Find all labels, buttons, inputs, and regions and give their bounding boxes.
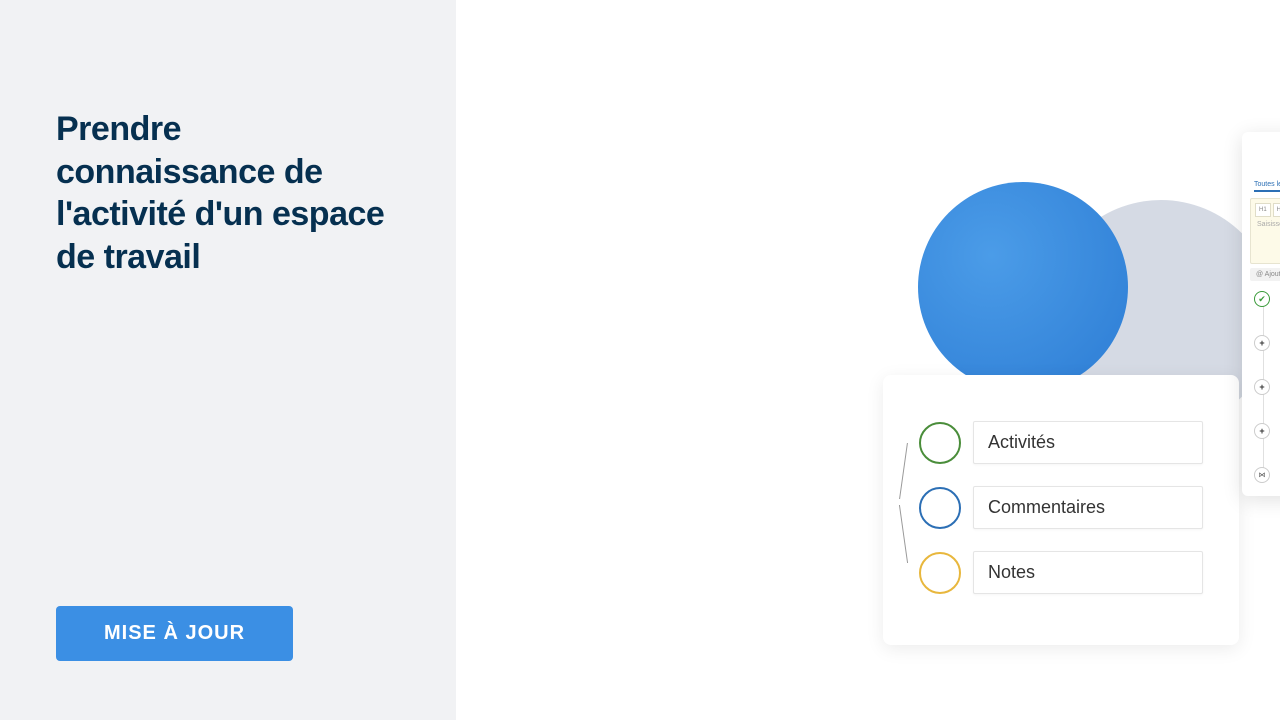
check-icon: ✔ (1254, 291, 1270, 307)
feed-item: + Manon Kessler a créé la tâche Définir … (1256, 379, 1280, 405)
top-tabs: Flux d'activité Tâches Checklists (1250, 160, 1280, 171)
legend-label: Commentaires (973, 486, 1203, 529)
app-card: ♥ Projet zéro papier ⚙ Flux d'activité T… (1242, 132, 1280, 496)
feed-item: ✔ Antoine Sudan a terminé la tâche Défin… (1256, 291, 1280, 317)
feed-item-end: ⋈ Fin du flux d'activité (1256, 467, 1280, 484)
end-icon: ⋈ (1254, 467, 1270, 483)
toolbar-h2[interactable]: H2 (1273, 203, 1280, 217)
sub-tabs: Toutes les activités Notes Commentaires (1250, 181, 1280, 192)
plus-icon: + (1254, 423, 1270, 439)
page-title: Prendre connaissance de l'activité d'un … (56, 108, 400, 278)
legend-connector (899, 443, 909, 499)
add-recipient-input[interactable]: @ Ajouter un destinataire (1250, 268, 1280, 281)
subtab-all-activities[interactable]: Toutes les activités (1254, 181, 1280, 192)
circle-icon-yellow (919, 552, 961, 594)
plus-icon: + (1254, 335, 1270, 351)
decorative-circle-blue (918, 182, 1128, 392)
feed-item: + David Dutch a créé la tâche Projet zer… (1256, 423, 1280, 449)
note-editor: H1 H2 P B I U S ≡ ≣ % Saisissez une note… (1250, 198, 1280, 264)
legend-row-comments: Commentaires (919, 486, 1203, 529)
editor-toolbar: H1 H2 P B I U S ≡ ≣ % (1255, 203, 1280, 217)
legend-card: Activités Commentaires Notes (883, 375, 1239, 645)
legend-connector (899, 505, 909, 563)
update-button[interactable]: MISE À JOUR (56, 606, 293, 661)
plus-icon: + (1254, 379, 1270, 395)
circle-icon-green (919, 422, 961, 464)
legend-row-notes: Notes (919, 551, 1203, 594)
toolbar-h1[interactable]: H1 (1255, 203, 1271, 217)
legend-label: Activités (973, 421, 1203, 464)
activity-feed: ✔ Antoine Sudan a terminé la tâche Défin… (1250, 291, 1280, 484)
feed-item: + David Dutch a créé la tâche Définir le… (1256, 335, 1280, 361)
editor-textarea[interactable]: Saisissez une note ici… (1255, 217, 1280, 259)
legend-label: Notes (973, 551, 1203, 594)
circle-icon-blue (919, 487, 961, 529)
legend-row-activities: Activités (919, 421, 1203, 464)
